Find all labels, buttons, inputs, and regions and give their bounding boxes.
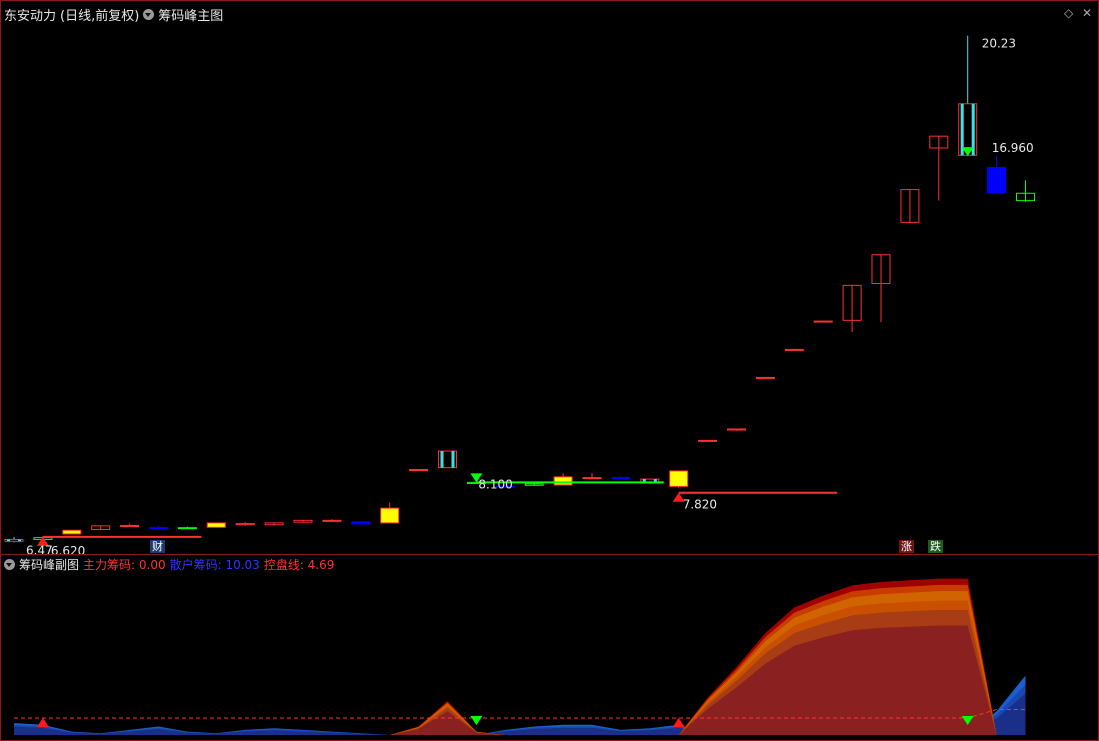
candle-body xyxy=(177,527,197,530)
chip-peak-area-chart xyxy=(14,578,1026,735)
chevron-down-icon[interactable] xyxy=(4,559,15,570)
sanhu-value: 散户筹码: 10.03 xyxy=(169,558,260,572)
candle-body xyxy=(727,428,746,431)
badge-die[interactable]: 跌 xyxy=(928,540,943,553)
candle-body xyxy=(669,470,689,487)
candle-body xyxy=(987,166,1007,194)
badge-cai[interactable]: 财 xyxy=(150,540,165,553)
candle-edge xyxy=(451,451,455,468)
candle-body xyxy=(351,521,371,525)
zhuli-area xyxy=(14,625,1026,735)
sub-title-row: 筹码峰副图 主力筹码: 0.00 散户筹码: 10.03 控盘线: 4.69 xyxy=(4,556,334,573)
sub-chart-panel[interactable]: 筹码峰副图 主力筹码: 0.00 散户筹码: 10.03 控盘线: 4.69 xyxy=(0,555,1099,741)
signal-low-label: 7.820 xyxy=(683,498,717,512)
candle-body xyxy=(582,477,602,480)
candle-body xyxy=(409,468,429,471)
candle-body xyxy=(813,320,833,323)
candle-body xyxy=(784,348,804,351)
candle-body xyxy=(755,376,775,379)
low-price-label: 6.47 xyxy=(26,543,53,554)
sub-buy-signal-icon xyxy=(672,718,685,727)
bottom-left-price-label: 6.620 xyxy=(51,544,85,554)
candle-body xyxy=(120,524,140,527)
badge-zhang[interactable]: 涨 xyxy=(899,540,914,553)
high-price-label: 20.23 xyxy=(982,37,1016,51)
candle-edge xyxy=(7,539,10,542)
candle-edge xyxy=(440,451,444,468)
candle-body xyxy=(149,527,168,530)
candlestick-chart: 20.23 6.47 16.960 8.100 7.820 6.620 xyxy=(4,35,1035,554)
candle-body xyxy=(380,507,400,524)
candle-body xyxy=(611,477,631,480)
sub-indicator-name[interactable]: 筹码峰副图 xyxy=(19,556,79,573)
zhuli-value: 主力筹码: 0.00 xyxy=(83,558,166,572)
candle-body xyxy=(698,439,718,442)
candle-edge xyxy=(18,539,21,542)
sub-sell-signal-icon xyxy=(470,716,483,725)
kongpan-value: 控盘线: 4.69 xyxy=(263,558,335,572)
signal-mid-label: 8.100 xyxy=(478,477,512,491)
signal-high-label: 16.960 xyxy=(992,141,1034,155)
candle-body xyxy=(553,476,573,486)
candle-body xyxy=(206,522,226,528)
main-chart-panel[interactable]: 东安动力 (日线,前复权) 筹码峰主图 ◇ ✕ 20.23 6.47 16.960 8… xyxy=(0,0,1099,554)
sub-buy-signal-icon xyxy=(36,718,49,727)
candle-body xyxy=(62,529,82,535)
candle-body xyxy=(322,519,342,522)
